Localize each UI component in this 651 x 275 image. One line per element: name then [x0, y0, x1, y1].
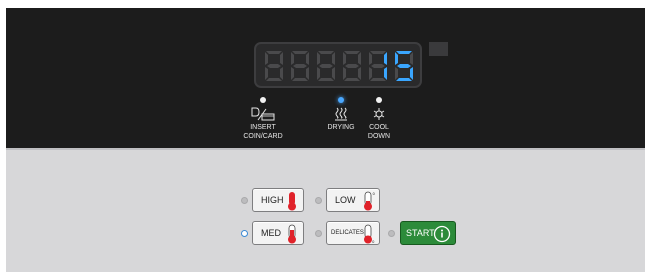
segment-b [306, 52, 309, 65]
segment-e [343, 67, 346, 80]
delicates-indicator-led [315, 230, 322, 237]
segment-g [293, 64, 307, 68]
segment-a [318, 51, 334, 54]
thermometer-low-icon: o [364, 191, 376, 211]
segment-e [291, 67, 294, 80]
segment-d [266, 78, 282, 81]
segment-d [344, 78, 360, 81]
segment-a [396, 51, 412, 54]
heat-waves-icon [335, 107, 347, 121]
status-label-drying: DRYING [327, 124, 355, 131]
segment-a [292, 51, 308, 54]
seven-segment-digit-svg [395, 51, 413, 81]
thermometer-delicates-icon: o [364, 224, 375, 244]
segment-a [344, 51, 360, 54]
segment-c [358, 67, 361, 80]
status-drying: DRYING [324, 97, 358, 132]
thermometer-med-icon [288, 224, 296, 244]
med-button[interactable]: MED [252, 221, 304, 245]
seven-segment-digit-svg [291, 51, 309, 81]
segment-b [280, 52, 283, 65]
start-button-label: START [406, 228, 435, 238]
low-indicator-led [315, 197, 322, 204]
status-label-cool-1: COOL [369, 124, 389, 131]
segment-c [332, 67, 335, 80]
svg-text:o: o [372, 239, 375, 244]
start-indicator-led [388, 230, 395, 237]
segment-f [343, 52, 346, 65]
display-digit-4 [340, 50, 364, 82]
segment-d [370, 78, 386, 81]
start-button[interactable]: START [400, 221, 456, 245]
segment-b [332, 52, 335, 65]
segment-b [384, 52, 387, 65]
display-digit-5 [366, 50, 390, 82]
segment-e [317, 67, 320, 80]
display-digit-1 [262, 50, 286, 82]
delicates-button-label: DELICATES [331, 230, 364, 236]
segment-e [265, 67, 268, 80]
seven-segment-digit-svg [343, 51, 361, 81]
segment-f [369, 52, 372, 65]
display-digit-3 [314, 50, 338, 82]
status-led-drying [338, 97, 344, 103]
seven-segment-digit-svg [265, 51, 283, 81]
dryer-control-panel: INSERT COIN/CARD DRYING COOL DOWN HIGH L… [6, 8, 645, 272]
thermometer-high-icon [288, 192, 296, 211]
segment-e [395, 67, 398, 80]
display-area: INSERT COIN/CARD DRYING COOL DOWN [6, 8, 645, 148]
seven-segment-digit-svg [369, 51, 387, 81]
segment-d [318, 78, 334, 81]
delicates-button[interactable]: DELICATES o [326, 221, 380, 245]
segment-c [306, 67, 309, 80]
low-button-label: LOW [335, 195, 356, 205]
display-digit-2 [288, 50, 312, 82]
segment-d [396, 78, 412, 81]
segment-g [371, 64, 385, 68]
segment-e [369, 67, 372, 80]
display-digit-6 [392, 50, 416, 82]
seven-segment-digit-svg [317, 51, 335, 81]
button-area: HIGH LOW o MED DELICATES o START [6, 148, 645, 272]
segment-d [292, 78, 308, 81]
segment-a [370, 51, 386, 54]
high-button-label: HIGH [261, 195, 284, 205]
seven-segment-display [254, 42, 422, 88]
status-cool-down: COOL DOWN [364, 97, 394, 141]
status-led-insert [260, 97, 266, 103]
status-label-insert-2: COIN/CARD [243, 133, 283, 140]
segment-c [384, 67, 387, 80]
segment-g [397, 64, 411, 68]
low-button[interactable]: LOW o [326, 188, 380, 212]
segment-g [345, 64, 359, 68]
segment-g [267, 64, 281, 68]
segment-b [410, 52, 413, 65]
status-led-cool [376, 97, 382, 103]
med-indicator-led [241, 230, 248, 237]
coin-card-icon [251, 107, 275, 121]
segment-b [358, 52, 361, 65]
segment-a [266, 51, 282, 54]
segment-c [410, 67, 413, 80]
high-button[interactable]: HIGH [252, 188, 304, 212]
segment-g [319, 64, 333, 68]
segment-f [317, 52, 320, 65]
play-icon [433, 225, 451, 243]
segment-f [265, 52, 268, 65]
snowflake-icon [373, 108, 385, 120]
segment-f [291, 52, 294, 65]
med-button-label: MED [261, 228, 281, 238]
status-insert-coin: INSERT COIN/CARD [240, 97, 286, 141]
svg-text:o: o [373, 191, 376, 196]
display-indicator-square [429, 42, 448, 56]
segment-f [395, 52, 398, 65]
status-label-insert-1: INSERT [250, 124, 276, 131]
segment-c [280, 67, 283, 80]
status-label-cool-2: DOWN [367, 133, 391, 140]
high-indicator-led [241, 197, 248, 204]
